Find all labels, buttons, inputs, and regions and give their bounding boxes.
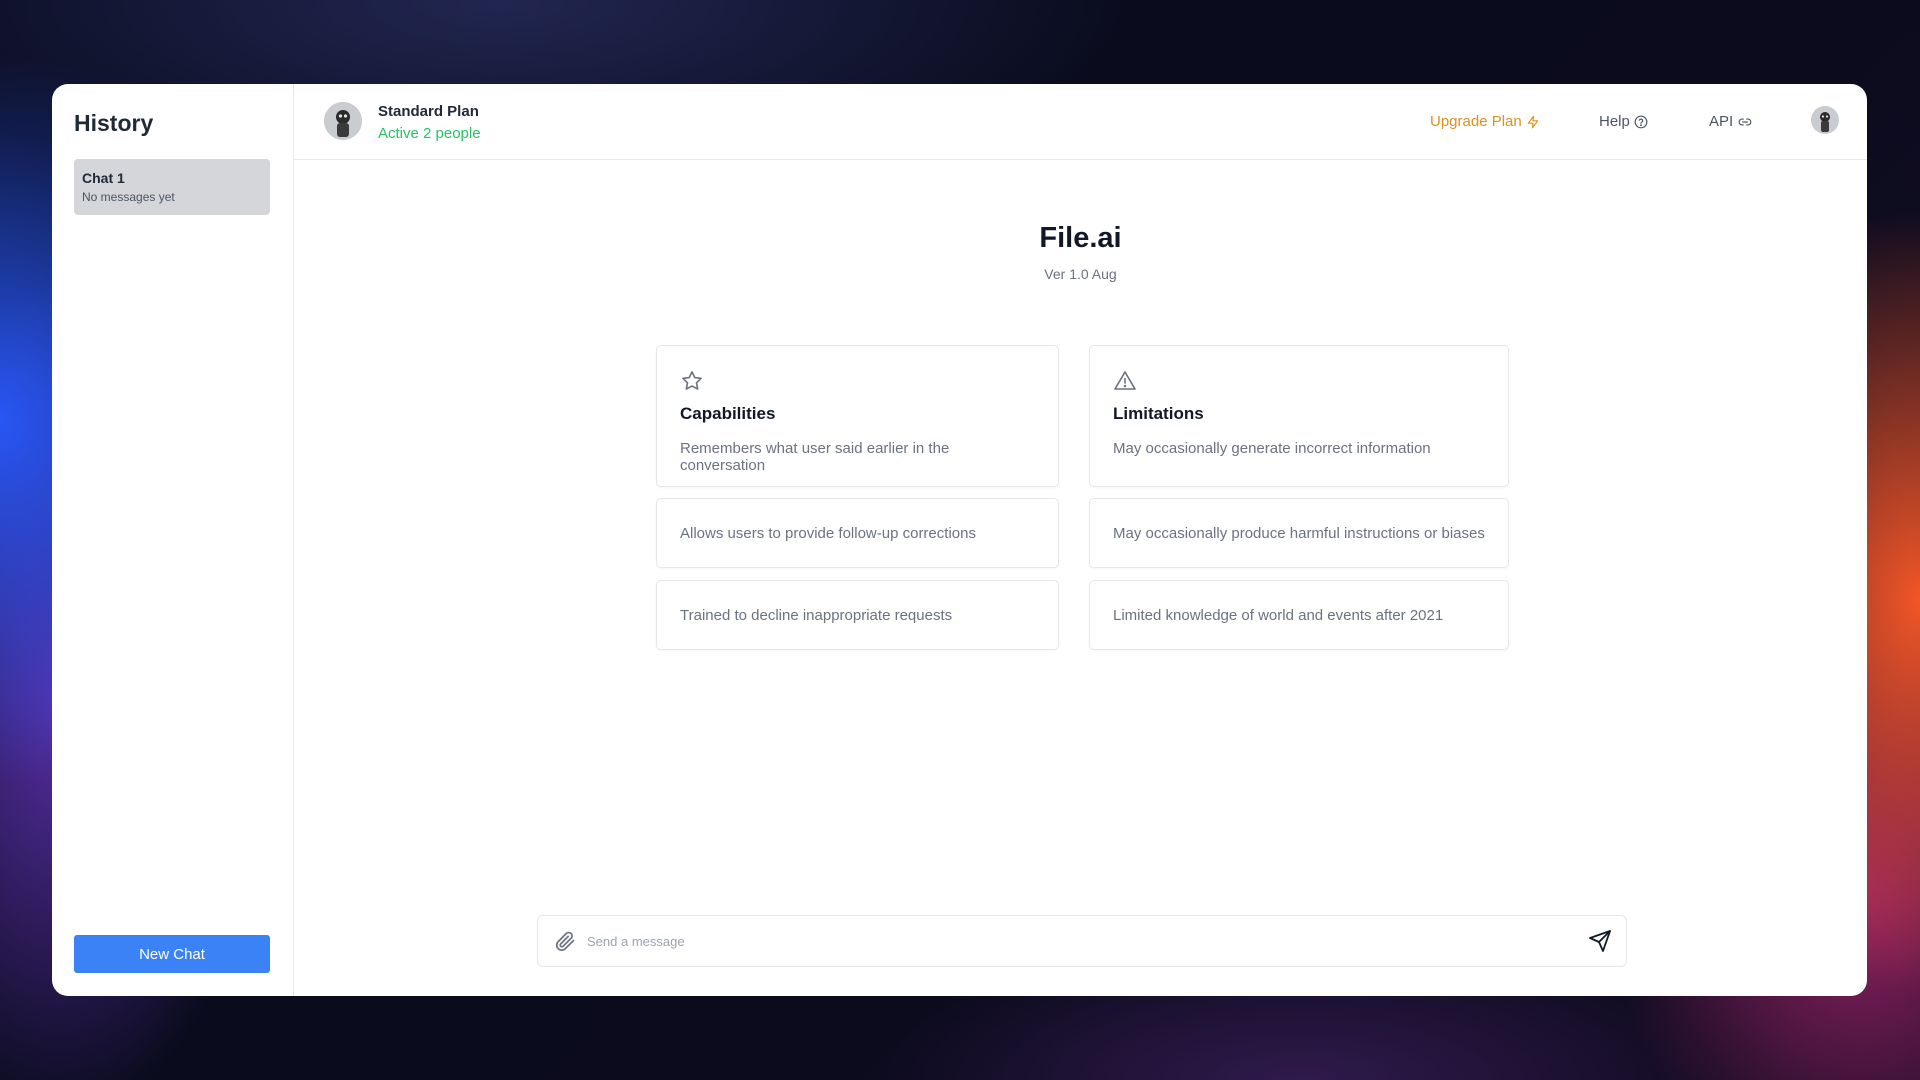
upgrade-plan-link[interactable]: Upgrade Plan [1430, 113, 1540, 130]
api-label: API [1709, 113, 1734, 130]
help-label: Help [1599, 113, 1630, 130]
upgrade-plan-label: Upgrade Plan [1430, 113, 1522, 130]
warning-icon [1114, 371, 1136, 390]
lightning-icon [1527, 115, 1538, 128]
message-input[interactable] [587, 916, 1588, 966]
capabilities-card: Capabilities Remembers what user said ea… [656, 345, 1059, 487]
paperclip-icon[interactable] [553, 929, 577, 953]
limitation-item: Limited knowledge of world and events af… [1113, 606, 1444, 624]
limitation-card[interactable]: Limited knowledge of world and events af… [1089, 580, 1509, 650]
chat-list-item[interactable]: Chat 1 No messages yet [74, 159, 270, 215]
capability-card[interactable]: Allows users to provide follow-up correc… [656, 498, 1059, 568]
chat-item-title: Chat 1 [82, 170, 125, 186]
question-circle-icon [1634, 115, 1648, 128]
app-title: File.ai [1039, 222, 1122, 254]
app-window: History Chat 1 No messages yet New Chat … [52, 84, 1867, 996]
limitation-item: May occasionally generate incorrect info… [1113, 440, 1431, 457]
message-composer [537, 915, 1627, 967]
api-link[interactable]: API [1709, 113, 1753, 130]
new-chat-button[interactable]: New Chat [74, 935, 270, 973]
chat-item-subtitle: No messages yet [82, 190, 175, 204]
help-link[interactable]: Help [1599, 113, 1648, 130]
link-icon [1738, 118, 1752, 125]
capability-item: Allows users to provide follow-up correc… [680, 524, 976, 542]
send-icon[interactable] [1588, 929, 1612, 953]
user-avatar[interactable] [1811, 106, 1839, 134]
plan-avatar [324, 102, 362, 140]
star-icon [682, 371, 702, 390]
top-bar: Standard Plan Active 2 people Upgrade Pl… [294, 84, 1867, 160]
history-sidebar: History Chat 1 No messages yet New Chat [52, 84, 294, 996]
capability-card[interactable]: Trained to decline inappropriate request… [656, 580, 1059, 650]
capability-item: Trained to decline inappropriate request… [680, 606, 953, 624]
capability-item: Remembers what user said earlier in the … [680, 440, 950, 474]
main-panel: Standard Plan Active 2 people Upgrade Pl… [294, 84, 1867, 996]
limitations-card: Limitations May occasionally generate in… [1089, 345, 1509, 487]
plan-name: Standard Plan [378, 103, 479, 120]
plan-status: Active 2 people [378, 125, 481, 142]
capabilities-heading: Capabilities [680, 404, 776, 423]
limitation-item: May occasionally produce harmful instruc… [1113, 524, 1485, 542]
limitation-card[interactable]: May occasionally produce harmful instruc… [1089, 498, 1509, 568]
version-label: Ver 1.0 Aug [1044, 266, 1117, 282]
sidebar-title: History [74, 110, 154, 136]
limitations-heading: Limitations [1113, 404, 1204, 423]
